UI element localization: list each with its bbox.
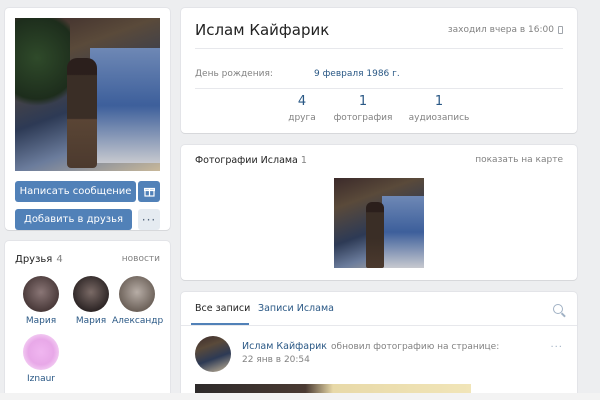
avatar-card: Написать сообщение Добавить в друзья ··· — [5, 8, 170, 230]
post-author-avatar[interactable] — [195, 336, 231, 372]
search-icon[interactable] — [553, 304, 563, 314]
show-on-map-link[interactable]: показать на карте — [475, 155, 563, 165]
last-seen: заходил вчера в 16:00 — [448, 25, 563, 35]
divider — [181, 325, 577, 326]
gift-button[interactable] — [138, 181, 160, 202]
mobile-icon — [558, 26, 563, 34]
last-seen-text: заходил вчера в 16:00 — [447, 25, 554, 35]
post-action-text: обновил фотографию на странице: — [331, 342, 500, 352]
post-author-name[interactable]: Ислам Кайфарик — [242, 341, 327, 352]
send-message-button[interactable]: Написать сообщение — [15, 181, 136, 202]
post-more-icon[interactable]: ··· — [550, 342, 563, 353]
more-actions-button[interactable]: ··· — [138, 209, 160, 230]
avatar-tree-decor — [15, 18, 70, 118]
thumb-person-figure — [366, 202, 384, 268]
add-friend-button[interactable]: Добавить в друзья — [15, 209, 132, 230]
friends-card: Друзья 4 новости Мария Мария Александр Iz… — [5, 241, 170, 400]
friends-count: 4 — [56, 254, 63, 265]
photos-card: Фотографии Ислама 1 показать на карте — [181, 145, 577, 280]
friend-item[interactable]: Мария — [66, 276, 116, 326]
friend-item[interactable]: Мария — [16, 276, 66, 326]
photo-thumbnail[interactable] — [334, 178, 424, 268]
stat-number: 1 — [358, 94, 368, 109]
post-time[interactable]: 22 янв в 20:54 — [242, 355, 310, 365]
profile-avatar[interactable] — [15, 18, 160, 171]
post-header: Ислам Кайфарик обновил фотографию на стра… — [242, 341, 499, 352]
profile-info-card: Ислам Кайфарик заходил вчера в 16:00 Ден… — [181, 8, 577, 133]
photos-count: 1 — [300, 155, 307, 166]
friend-name: Александр — [112, 316, 164, 326]
divider — [195, 48, 563, 49]
friend-name: Мария — [25, 316, 57, 326]
gift-icon — [143, 187, 155, 197]
birthday-value[interactable]: 9 февраля 1986 г. — [314, 69, 400, 79]
divider — [195, 88, 563, 89]
stat-label: фотография — [333, 113, 393, 123]
friend-name: Мария — [75, 316, 107, 326]
stat-audio[interactable]: 1 аудиозапись — [399, 94, 479, 123]
avatar-panel-decor — [90, 48, 160, 163]
stat-label: аудиозапись — [408, 113, 470, 123]
friend-item[interactable]: Iznaur — [16, 334, 66, 384]
stat-photos[interactable]: 1 фотография — [323, 94, 403, 123]
friends-title[interactable]: Друзья 4 — [15, 254, 63, 265]
stat-number: 1 — [434, 94, 444, 109]
bottom-strip — [0, 393, 600, 400]
profile-name: Ислам Кайфарик — [195, 21, 330, 39]
friend-avatar — [23, 276, 59, 312]
friends-header: Друзья 4 новости — [15, 254, 160, 265]
tab-all-posts[interactable]: Все записи — [195, 303, 250, 314]
tab-own-posts[interactable]: Записи Ислама — [258, 303, 334, 314]
friends-news-link[interactable]: новости — [122, 254, 160, 265]
friends-title-label: Друзья — [15, 254, 53, 265]
thumb-panel-decor — [382, 196, 424, 268]
friend-item[interactable]: Александр — [112, 276, 164, 326]
avatar-person-figure — [67, 58, 97, 168]
birthday-label: День рождения: — [195, 69, 273, 79]
photos-title[interactable]: Фотографии Ислама 1 — [195, 155, 307, 166]
wall-card: Все записи Записи Ислама Ислам Кайфарик о… — [181, 292, 577, 400]
friend-name: Iznaur — [26, 374, 55, 384]
photos-title-label: Фотографии Ислама — [195, 155, 298, 166]
friend-avatar — [23, 334, 59, 370]
friend-avatar — [119, 276, 155, 312]
friend-avatar — [73, 276, 109, 312]
